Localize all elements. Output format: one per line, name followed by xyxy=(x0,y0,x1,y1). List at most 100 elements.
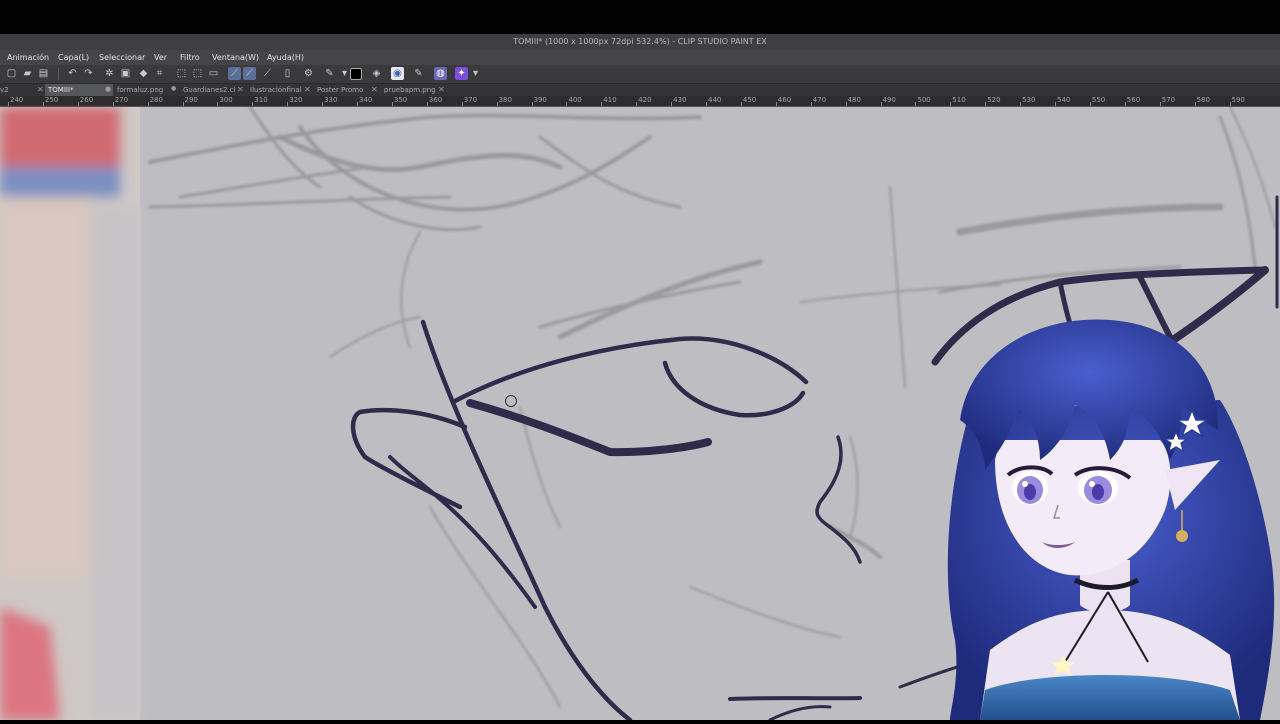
ruler-label: 520 xyxy=(987,96,1001,104)
ruler-tick xyxy=(42,102,44,106)
ruler-tick xyxy=(1229,102,1231,106)
eraser-icon[interactable]: ◈ xyxy=(370,67,383,80)
ruler-label: 280 xyxy=(149,96,163,104)
ruler-tick xyxy=(426,102,428,106)
menu-ventana[interactable]: Ventana(W) xyxy=(212,53,259,62)
loading-icon[interactable]: ✲ xyxy=(103,67,116,80)
transform-icon[interactable]: ◆ xyxy=(137,67,150,80)
tab-formaluz[interactable]: formaluz.png xyxy=(117,86,163,94)
ruler-label: 510 xyxy=(952,96,966,104)
open-folder-icon[interactable]: ▰ xyxy=(21,67,34,80)
undo-icon[interactable]: ↶ xyxy=(66,67,79,80)
redo-icon[interactable]: ↷ xyxy=(82,67,95,80)
ruler-tick xyxy=(217,102,219,106)
ruler-label: 380 xyxy=(498,96,512,104)
snap-grid-icon[interactable]: ⟋ xyxy=(243,67,256,80)
ruler-label: 430 xyxy=(673,96,687,104)
ruler-tick xyxy=(636,102,638,106)
tab-tomiii[interactable]: TOMIII* xyxy=(45,84,113,96)
ruler-label: 480 xyxy=(847,96,861,104)
new-file-icon[interactable]: ▢ xyxy=(5,67,18,80)
ruler-tick xyxy=(147,102,149,106)
ruler-label: 390 xyxy=(533,96,547,104)
save-icon[interactable]: ▤ xyxy=(37,67,50,80)
tab-pruebapm[interactable]: pruebapm.png xyxy=(384,86,436,94)
ruler-label: 540 xyxy=(1057,96,1071,104)
ruler-tick xyxy=(601,102,603,106)
ruler-tick xyxy=(1124,102,1126,106)
ruler-tick xyxy=(1089,102,1091,106)
close-icon[interactable]: ✕ xyxy=(304,85,311,94)
ruler-tick xyxy=(706,102,707,106)
ruler-tick xyxy=(1020,102,1022,106)
menu-seleccionar[interactable]: Seleccionar xyxy=(99,53,145,62)
ruler-tick xyxy=(1159,102,1161,106)
tab-v2[interactable]: v2 xyxy=(0,86,9,94)
ruler-label: 490 xyxy=(882,96,896,104)
ruler-tick xyxy=(357,102,358,106)
ruler-label: 350 xyxy=(393,96,408,104)
brush-icon[interactable]: ✦ xyxy=(455,67,468,80)
invert-icon[interactable]: ▭ xyxy=(207,67,220,80)
close-icon[interactable]: ✕ xyxy=(237,85,244,94)
menu-ver[interactable]: Ver xyxy=(154,53,167,62)
chevron-down-icon[interactable]: ▾ xyxy=(469,67,482,80)
tab-guardianes[interactable]: Guardianes2.cl xyxy=(183,86,235,94)
ruler-label: 580 xyxy=(1196,96,1210,104)
ruler-tick xyxy=(915,102,917,106)
avatar-illustration xyxy=(947,319,1275,720)
ruler-label: 530 xyxy=(1022,96,1036,104)
ruler-icon[interactable]: ⟋ xyxy=(261,67,274,80)
ruler-tick xyxy=(671,102,673,106)
ruler-tick xyxy=(461,102,463,106)
ruler-tick xyxy=(985,102,987,106)
ruler-tick xyxy=(1194,102,1196,106)
ruler-label: 470 xyxy=(812,96,827,104)
ruler-tick xyxy=(950,102,952,106)
crop-icon[interactable]: ⌗ xyxy=(153,67,166,80)
eyedropper-icon[interactable]: ✎ xyxy=(412,67,425,80)
ruler-tick xyxy=(810,102,812,106)
ruler-label: 450 xyxy=(742,96,757,104)
settings-icon[interactable]: ⚙ xyxy=(302,67,315,80)
ruler-label: 420 xyxy=(638,96,652,104)
color-swatch-icon[interactable] xyxy=(350,68,362,80)
menu-filtro[interactable]: Filtro xyxy=(180,53,200,62)
horizontal-ruler: 240 250 260 270 280 290 300 310 320 330 340 350 360 3… xyxy=(0,96,1280,107)
ruler-tick xyxy=(77,102,79,106)
close-icon[interactable]: ✕ xyxy=(371,85,378,94)
fill-icon[interactable]: ▣ xyxy=(119,67,132,80)
menu-animacion[interactable]: Animación xyxy=(7,53,49,62)
ruler-label: 410 xyxy=(603,96,617,104)
ruler-label: 330 xyxy=(324,96,338,104)
ruler-tick xyxy=(252,102,254,106)
menu-capa[interactable]: Capa(L) xyxy=(58,53,89,62)
brush-cursor-icon xyxy=(505,395,517,407)
ruler-label: 340 xyxy=(359,96,373,104)
tab-ilustracion[interactable]: Ilustraciónfinal xyxy=(250,86,302,94)
snap-ruler-icon[interactable]: ⟋ xyxy=(228,67,241,80)
ruler-label: 550 xyxy=(1091,96,1106,104)
command-bar: ▢ ▰ ▤ ↶ ↷ ✲ ▣ ◆ ⌗ ⬚ ⬚ ▭ ⟋ ⟋ ⟋ ▯ ⚙ ✎ ▾ ◈ … xyxy=(0,65,1280,84)
close-icon[interactable]: ✕ xyxy=(438,85,445,94)
deselect-icon[interactable]: ⬚ xyxy=(191,67,204,80)
ruler-label: 370 xyxy=(463,96,478,104)
ruler-tick xyxy=(8,102,9,106)
tab-poster-promo[interactable]: Poster Promo xyxy=(317,86,363,94)
blend-icon[interactable]: ◍ xyxy=(434,67,447,80)
ruler-label: 270 xyxy=(114,96,129,104)
menu-ayuda[interactable]: Ayuda(H) xyxy=(267,53,304,62)
reference-icon[interactable]: ◉ xyxy=(391,67,404,80)
ruler-tick xyxy=(880,102,882,106)
modified-dot-icon: ● xyxy=(105,85,112,93)
ruler-label: 290 xyxy=(184,96,198,104)
pen-icon[interactable]: ✎ xyxy=(323,67,336,80)
select-all-icon[interactable]: ⬚ xyxy=(175,67,188,80)
ruler-tick xyxy=(287,102,289,106)
ruler-label: 500 xyxy=(917,96,931,104)
ruler-tick xyxy=(1055,102,1056,106)
ruler-tick xyxy=(845,102,847,106)
ruler-tick xyxy=(182,102,184,106)
layer-icon[interactable]: ▯ xyxy=(281,67,294,80)
close-icon[interactable]: ✕ xyxy=(37,85,44,94)
